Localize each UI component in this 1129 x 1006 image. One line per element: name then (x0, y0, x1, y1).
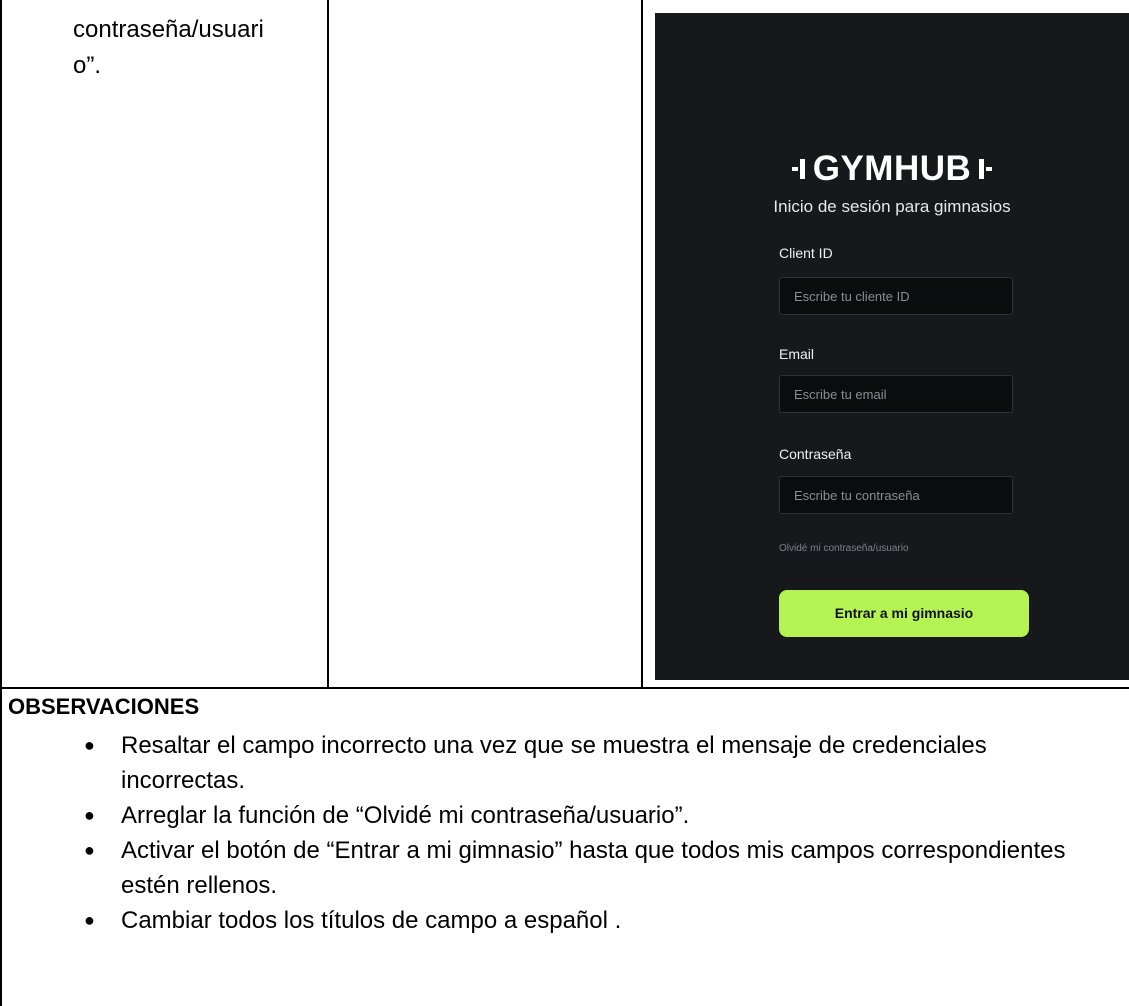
cell-text: contraseña/usuari o”. (73, 12, 323, 84)
bullet-icon: ● (84, 910, 95, 930)
observations-title: OBSERVACIONES (8, 694, 200, 719)
cell-text-line-2: o”. (73, 52, 102, 79)
logo-text: GYMHUB (812, 149, 972, 188)
list-item: ● Cambiar todos los títulos de campo a e… (0, 903, 1100, 938)
email-label: Email (779, 346, 815, 362)
table-row-divider (0, 687, 1129, 689)
list-item: ● Arreglar la función de “Olvidé mi cont… (0, 798, 1100, 833)
observation-text: Arreglar la función de “Olvidé mi contra… (121, 802, 690, 829)
list-item: ● Activar el botón de “Entrar a mi gimna… (0, 833, 1100, 903)
gymhub-logo: GYMHUB (655, 149, 1129, 189)
observation-text: Resaltar el campo incorrecto una vez que… (121, 732, 987, 794)
document-table: contraseña/usuari o”. GYMHUB Inicio de s… (0, 0, 1129, 1006)
cell-text-line-1: contraseña/usuari (73, 16, 264, 43)
login-subtitle: Inicio de sesión para gimnasios (773, 197, 1011, 216)
bullet-icon: ● (84, 840, 95, 860)
password-label: Contraseña (779, 446, 852, 462)
login-screenshot: GYMHUB Inicio de sesión para gimnasios C… (655, 13, 1129, 680)
bullet-icon: ● (84, 805, 95, 825)
forgot-password-link[interactable]: Olvidé mi contraseña/usuario (779, 543, 909, 554)
observations-list: ● Resaltar el campo incorrecto una vez q… (0, 728, 1100, 938)
dumbbell-left-icon (791, 159, 805, 179)
observation-text: Activar el botón de “Entrar a mi gimnasi… (121, 837, 1066, 899)
observation-text: Cambiar todos los títulos de campo a esp… (121, 907, 622, 934)
client-id-label: Client ID (779, 245, 833, 261)
dumbbell-right-icon (979, 159, 993, 179)
list-item: ● Resaltar el campo incorrecto una vez q… (0, 728, 1100, 798)
table-divider-1 (327, 0, 329, 688)
enter-gym-button[interactable]: Entrar a mi gimnasio (779, 590, 1029, 637)
bullet-icon: ● (84, 735, 95, 755)
password-input[interactable]: Escribe tu contraseña (779, 476, 1013, 514)
table-divider-2 (641, 0, 643, 688)
client-id-input[interactable]: Escribe tu cliente ID (779, 277, 1013, 315)
email-input[interactable]: Escribe tu email (779, 375, 1013, 413)
